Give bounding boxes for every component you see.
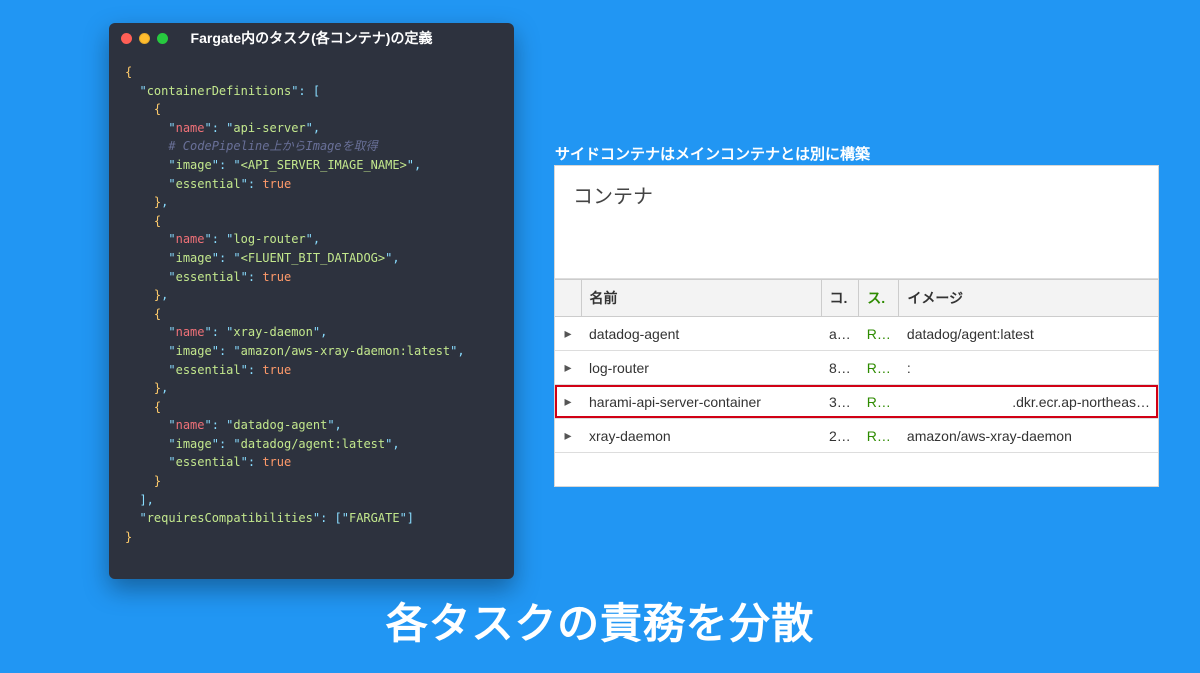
right-caption: サイドコンテナはメインコンテナとは別に構築 [555,143,870,164]
col-name: 名前 [581,280,821,317]
cell-image: .dkr.ecr.ap-northeas… [899,385,1158,419]
col-su: ス. [859,280,899,317]
expand-icon[interactable]: ▸ [555,351,581,385]
expand-icon[interactable]: ▸ [555,419,581,453]
cell-name: harami-api-server-container [581,385,821,419]
table-row[interactable]: ▸ datadog-agent a… R… datadog/agent:late… [555,317,1158,351]
cell-su: R… [859,385,899,419]
slide-headline: 各タスクの責務を分散 [0,590,1200,651]
expand-icon[interactable]: ▸ [555,385,581,419]
panel-title: コンテナ [555,166,1158,223]
cell-name: log-router [581,351,821,385]
maximize-icon [157,33,168,44]
cell-image: datadog/agent:latest [899,317,1158,351]
cell-co: 2… [821,419,859,453]
code-title: Fargate内のタスク(各コンテナ)の定義 [109,28,514,48]
cell-su: R… [859,419,899,453]
traffic-lights [121,33,168,44]
col-image: イメージ [899,280,1158,317]
panel-spacer [555,223,1158,279]
cell-su: R… [859,351,899,385]
code-titlebar: Fargate内のタスク(各コンテナ)の定義 [109,23,514,53]
table-row-highlighted[interactable]: ▸ harami-api-server-container 3… R… .dkr… [555,385,1158,419]
table-row[interactable]: ▸ log-router 8… R… : [555,351,1158,385]
table-header-row: 名前 コ. ス. イメージ [555,280,1158,317]
cell-co: 3… [821,385,859,419]
table-body: ▸ datadog-agent a… R… datadog/agent:late… [555,317,1158,453]
container-table: 名前 コ. ス. イメージ ▸ datadog-agent a… R… data… [555,279,1158,453]
expand-icon[interactable]: ▸ [555,317,581,351]
close-icon [121,33,132,44]
col-co: コ. [821,280,859,317]
cell-name: datadog-agent [581,317,821,351]
col-expand [555,280,581,317]
code-body: { "containerDefinitions": [ { "name": "a… [109,53,514,562]
container-table-panel: コンテナ 名前 コ. ス. イメージ ▸ datadog-agent a… R…… [554,165,1159,487]
cell-image: : [899,351,1158,385]
cell-su: R… [859,317,899,351]
cell-image: amazon/aws-xray-daemon [899,419,1158,453]
code-window: Fargate内のタスク(各コンテナ)の定義 { "containerDefin… [109,23,514,579]
minimize-icon [139,33,150,44]
cell-name: xray-daemon [581,419,821,453]
table-row[interactable]: ▸ xray-daemon 2… R… amazon/aws-xray-daem… [555,419,1158,453]
cell-co: 8… [821,351,859,385]
cell-co: a… [821,317,859,351]
